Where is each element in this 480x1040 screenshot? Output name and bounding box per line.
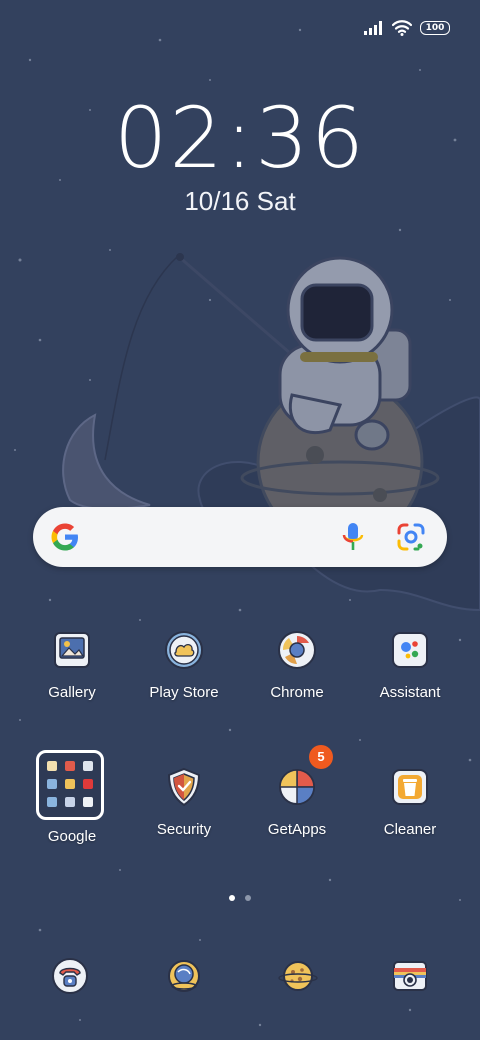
- app-security[interactable]: Security: [129, 765, 239, 838]
- battery-icon: 100: [420, 21, 450, 35]
- app-assistant[interactable]: Assistant: [355, 628, 465, 701]
- google-folder-icon: [47, 761, 93, 809]
- app-label-getapps: GetApps: [267, 821, 327, 838]
- page-dot-1: [229, 895, 235, 901]
- google-folder[interactable]: [36, 750, 104, 820]
- app-label-cleaner: Cleaner: [383, 821, 437, 838]
- getapps-notification-badge: 5: [309, 745, 333, 769]
- play-store-icon: [165, 631, 203, 669]
- app-cleaner[interactable]: Cleaner: [355, 765, 465, 838]
- signal-icon: [364, 21, 382, 35]
- app-label-play-store: Play Store: [149, 684, 219, 701]
- date-numeric: 10/16: [184, 186, 250, 216]
- camera-icon[interactable]: [390, 956, 430, 996]
- page-indicator: [0, 895, 480, 901]
- security-shield-icon: [167, 767, 201, 807]
- app-label-google: Google: [47, 828, 97, 845]
- phone-icon[interactable]: [50, 956, 90, 996]
- app-label-gallery: Gallery: [48, 684, 96, 701]
- app-google-folder-label-wrap: Google: [17, 812, 127, 852]
- app-label-security: Security: [156, 821, 212, 838]
- google-search-bar[interactable]: [33, 507, 447, 567]
- app-chrome[interactable]: Chrome: [242, 628, 352, 701]
- assistant-icon: [392, 632, 428, 668]
- messages-cookie-icon[interactable]: [278, 956, 318, 996]
- microphone-icon[interactable]: [341, 521, 365, 553]
- app-gallery[interactable]: Gallery: [17, 628, 127, 701]
- clock-date[interactable]: 10/16 Sat: [0, 186, 480, 217]
- page-dot-2: [245, 895, 251, 901]
- browser-planet-icon[interactable]: [164, 956, 204, 996]
- gallery-icon: [54, 632, 90, 668]
- app-label-chrome: Chrome: [270, 684, 324, 701]
- app-label-assistant: Assistant: [379, 684, 441, 701]
- google-lens-icon[interactable]: [397, 523, 425, 551]
- app-getapps[interactable]: 5 GetApps: [242, 745, 352, 838]
- wifi-icon: [392, 20, 412, 36]
- app-play-store[interactable]: Play Store: [129, 628, 239, 701]
- clock-time[interactable]: 02:36: [0, 90, 480, 186]
- status-bar: 100: [364, 16, 450, 40]
- cleaner-trash-icon: [392, 769, 428, 805]
- chrome-icon: [278, 631, 316, 669]
- getapps-icon: [279, 769, 315, 805]
- battery-level: 100: [425, 23, 445, 33]
- date-day: Sat: [256, 186, 296, 216]
- google-logo-icon: [51, 523, 78, 551]
